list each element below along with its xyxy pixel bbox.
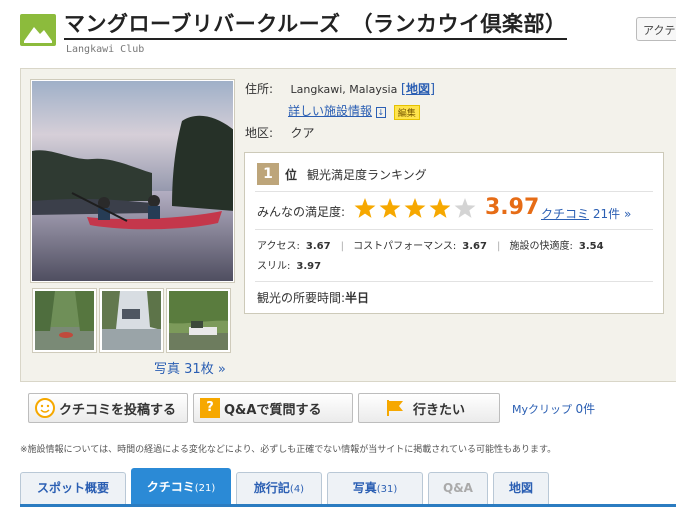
rank-title: 観光満足度ランキング bbox=[307, 168, 427, 182]
tab-overview[interactable]: スポット概要 bbox=[20, 472, 126, 505]
star-icon bbox=[454, 198, 476, 218]
sub-score-label: アクセス: bbox=[257, 241, 300, 252]
photo-count-value: 31枚 bbox=[184, 362, 214, 377]
tab-reviews[interactable]: クチコミ(21) bbox=[131, 468, 231, 505]
divider bbox=[255, 281, 653, 282]
action-tab[interactable]: アクテ bbox=[636, 17, 676, 41]
duration-label: 観光の所要時間: bbox=[257, 291, 346, 305]
my-clip-link[interactable]: Myクリップ 0件 bbox=[512, 400, 595, 417]
star-icon bbox=[354, 198, 376, 218]
satisfaction-label: みんなの満足度: bbox=[257, 205, 346, 219]
sub-score-value: 3.97 bbox=[296, 261, 322, 272]
site-logo[interactable] bbox=[20, 14, 56, 46]
star-icon bbox=[379, 198, 401, 218]
arrow-icon: » bbox=[623, 207, 632, 221]
sub-score-label: スリル: bbox=[257, 261, 291, 272]
rating-score: 3.97 bbox=[485, 195, 540, 220]
duration-value: 半日 bbox=[345, 291, 370, 305]
flag-icon bbox=[385, 398, 407, 418]
photo-count-link[interactable]: 写真 31枚 » bbox=[154, 358, 226, 377]
arrow-icon: » bbox=[217, 362, 226, 377]
star-icon bbox=[429, 198, 451, 218]
divider bbox=[255, 191, 653, 192]
review-link[interactable]: クチコミ bbox=[541, 207, 589, 221]
rank-suffix: 位 bbox=[285, 168, 298, 182]
details-row: 詳しい施設情報 ↓ 編集 bbox=[288, 102, 420, 120]
smile-icon bbox=[35, 398, 55, 418]
duration: 観光の所要時間:半日 bbox=[257, 289, 369, 306]
main-photo[interactable] bbox=[31, 80, 234, 282]
ask-question-label: Q&Aで質問する bbox=[224, 402, 322, 418]
sub-score-label: コストパフォーマンス: bbox=[353, 241, 457, 252]
sub-score-value: 3.54 bbox=[578, 241, 604, 252]
clip-count: 0件 bbox=[575, 402, 596, 416]
want-to-go-label: 行きたい bbox=[413, 402, 466, 418]
map-link[interactable]: 地図 bbox=[406, 82, 430, 96]
question-icon: ? bbox=[200, 398, 220, 418]
photo-thumbnail[interactable] bbox=[167, 289, 230, 352]
rating-stars bbox=[353, 197, 479, 224]
disclaimer-notice: ※施設情報については、時間の経過による変化などにより、必ずしも正確でない情報が当… bbox=[20, 445, 557, 455]
address-label: 住所: bbox=[245, 82, 274, 96]
post-review-label: クチコミを投稿する bbox=[59, 402, 177, 418]
review-count[interactable]: 21件 bbox=[593, 207, 620, 221]
photo-thumbnail[interactable] bbox=[100, 289, 163, 352]
details-link[interactable]: 詳しい施設情報 bbox=[288, 104, 372, 118]
clip-label: Myクリップ bbox=[512, 403, 573, 416]
tab-travelogue[interactable]: 旅行記(4) bbox=[236, 472, 322, 505]
tab-map[interactable]: 地図 bbox=[493, 472, 549, 505]
address-value: Langkawi, Malaysia bbox=[290, 83, 398, 96]
download-arrow-icon: ↓ bbox=[375, 107, 387, 118]
ask-question-button[interactable]: ? Q&Aで質問する bbox=[193, 393, 353, 423]
want-to-go-button[interactable]: 行きたい bbox=[358, 393, 500, 423]
photo-count-label: 写真 bbox=[154, 362, 181, 377]
map-bracket-close: ] bbox=[429, 82, 436, 97]
district-value: クア bbox=[290, 126, 315, 140]
sub-score-label: 施設の快適度: bbox=[509, 241, 573, 252]
sub-score-value: 3.67 bbox=[462, 241, 487, 252]
sub-scores: アクセス: 3.67 | コストパフォーマンス: 3.67 | 施設の快適度: 3.54 … bbox=[257, 241, 604, 272]
post-review-button[interactable]: クチコミを投稿する bbox=[28, 393, 188, 423]
photo-thumbnail[interactable] bbox=[33, 289, 96, 352]
ranking-box: 1 位 観光満足度ランキング みんなの満足度: 3.97 クチコミ 21件 » … bbox=[244, 152, 664, 314]
rank-number: 1 bbox=[257, 163, 279, 185]
sub-score-value: 3.67 bbox=[305, 241, 331, 252]
review-count-link[interactable]: クチコミ 21件 » bbox=[541, 205, 631, 222]
mountain-icon bbox=[24, 27, 52, 43]
tab-photos[interactable]: 写真(31) bbox=[327, 472, 423, 505]
tab-qa: Q&A bbox=[428, 472, 488, 505]
divider bbox=[255, 229, 653, 230]
address-row: 住所: Langkawi, Malaysia [地図] bbox=[245, 80, 435, 97]
edit-badge[interactable]: 編集 bbox=[393, 104, 420, 120]
page-subtitle: Langkawi Club bbox=[66, 44, 145, 55]
district-row: 地区: クア bbox=[245, 124, 315, 141]
page-title: マングローブリバークルーズ （ランカウイ倶楽部） bbox=[64, 10, 567, 40]
district-label: 地区: bbox=[245, 126, 274, 140]
spot-tabs: スポット概要 クチコミ(21) 旅行記(4) 写真(31) Q&A 地図 bbox=[20, 468, 676, 507]
star-icon bbox=[404, 198, 426, 218]
